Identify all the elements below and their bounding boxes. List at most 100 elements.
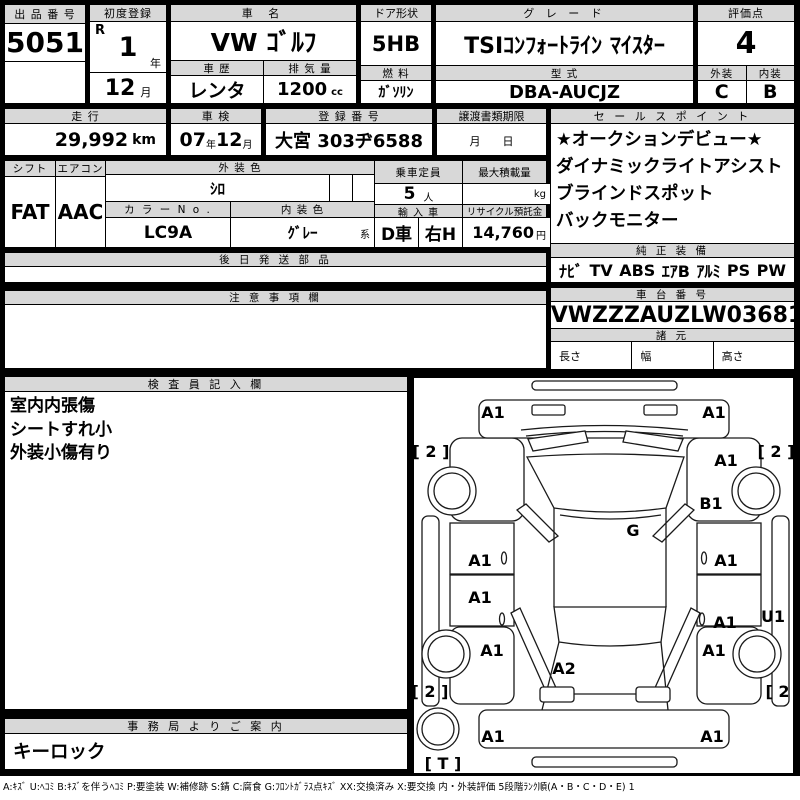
left-rear-door-handle — [500, 613, 505, 625]
inspector-note-line: シートすれ小 — [10, 419, 402, 443]
max-load-label: 最大積載量 — [463, 161, 546, 183]
damage-code-label: A1 — [468, 551, 492, 570]
damage-code-label: A1 — [714, 451, 738, 470]
damage-code-label: G — [626, 521, 639, 540]
inspector-notes-block: 検 査 員 記 入 欄 室内内張傷シートすれ小外装小傷有り — [4, 376, 408, 710]
spare-tire-inner — [422, 713, 454, 745]
front-bumper-grille-left — [532, 405, 565, 415]
interior-color-value: ｸﾞﾚｰ 系 — [231, 218, 374, 247]
interior-grade-value: B — [747, 81, 795, 103]
transfer-document-label: 譲渡書類期限 — [437, 109, 546, 124]
front-bumper — [479, 400, 729, 438]
grade-label: グ レ ー ド — [436, 5, 693, 22]
damage-code-label: [ 2 ] — [766, 682, 793, 701]
lot-number-empty-cell — [5, 62, 85, 103]
exterior-grade-value: C — [698, 81, 746, 103]
door-shape-block: ドア形状 5HB 燃 料 ｶﾞｿﾘﾝ — [360, 4, 432, 104]
inspector-notes-label: 検 査 員 記 入 欄 — [5, 377, 407, 392]
inspector-note-line: 室内内張傷 — [10, 395, 402, 419]
later-parts-block: 後 日 発 送 部 品 — [4, 252, 547, 283]
sales-point-line: バックモニター — [556, 208, 789, 235]
mileage-unit: km — [132, 132, 156, 148]
rear-bumper-lip — [532, 757, 677, 767]
damage-code-label: A1 — [481, 403, 505, 422]
capacity-label: 乗車定員 — [375, 161, 462, 183]
right-tail-light — [636, 687, 670, 702]
damage-code-label: [ 2 ] — [758, 442, 793, 461]
damage-code-label: B1 — [699, 494, 722, 513]
right-front-wheel-inner — [738, 473, 774, 509]
score-value: 4 — [698, 22, 794, 66]
exterior-grade-label: 外装 — [698, 66, 746, 81]
door-shape-label: ドア形状 — [361, 5, 431, 22]
transfer-document-value: 月 日 — [437, 124, 546, 155]
steering-position: 右H — [419, 218, 462, 247]
recycle-deposit-unit: 円 — [536, 227, 546, 242]
car-name-label: 車 名 — [171, 5, 356, 22]
damage-diagram-box: A1A1[ 2 ][ 2 ]A1B1GA1A1A1A1U1A1A1A2[ 2 ]… — [412, 376, 795, 775]
grade-value: TSIｺﾝﾌｫｰﾄﾗｲﾝ ﾏｲｽﾀｰ — [436, 22, 693, 66]
first-registration-block: 初度登録 R 1 年 12 月 — [89, 4, 167, 104]
displacement-unit: cc — [331, 87, 343, 98]
damage-code-label: A1 — [468, 588, 492, 607]
notes-value — [5, 305, 546, 368]
score-block: 評価点 4 外装 C 内装 B — [697, 4, 795, 104]
color-number-value: LC9A — [106, 218, 230, 247]
sales-point-line: ★オークションデビュー★ — [556, 127, 789, 154]
damage-code-label: A1 — [714, 551, 738, 570]
equipment-item: PS — [727, 261, 750, 280]
equipment-item: TV — [589, 261, 612, 280]
lot-number-value: 5051 — [5, 24, 85, 62]
history-label: 車 歴 — [171, 61, 263, 76]
left-rear-wheel-inner — [428, 636, 464, 672]
exterior-color-value: ｼﾛ — [106, 175, 329, 201]
sales-points-label: セ ー ル ス ポ イ ン ト — [551, 109, 794, 124]
office-notice-value: キーロック — [5, 734, 407, 769]
equipment-item: PW — [757, 261, 786, 280]
capacity-value: 5 人 — [375, 184, 462, 204]
left-front-door-handle — [502, 552, 507, 564]
transfer-document-block: 譲渡書類期限 月 日 — [436, 108, 547, 156]
auction-sheet: 出 品 番 号 5051 初度登録 R 1 年 12 月 車 名 VW ｺﾞﾙﾌ… — [0, 0, 800, 800]
damage-code-label: [ 2 ] — [414, 442, 449, 461]
exterior-color-label: 外 装 色 — [106, 161, 374, 174]
damage-code-label: A1 — [700, 727, 724, 746]
spec-grid: シフト FAT エアコン AAC 外 装 色 ｼﾛ カ ラ ー N o . 内 … — [4, 160, 547, 248]
sales-point-line: ダイナミックライトアシスト — [556, 154, 789, 181]
interior-color-label: 内 装 色 — [231, 202, 374, 217]
door-shape-value: 5HB — [361, 22, 431, 66]
rear-window — [554, 607, 666, 646]
first-registration-label: 初度登録 — [90, 5, 166, 22]
shift-value: FAT — [5, 177, 55, 247]
import-car-label: 輸 入 車 — [375, 205, 462, 217]
damage-code-label: A1 — [702, 403, 726, 422]
mileage-block: 走 行 29,992 km — [4, 108, 167, 156]
car-name-block: 車 名 VW ｺﾞﾙﾌ 車 歴 レンタ 排 気 量 1200 cc — [170, 4, 357, 104]
first-registration-month-cell: 12 月 — [90, 73, 166, 103]
grade-block: グ レ ー ド TSIｺﾝﾌｫｰﾄﾗｲﾝ ﾏｲｽﾀｰ 型 式 DBA-AUCJZ — [435, 4, 694, 104]
recycle-deposit-value: 14,760 円 — [463, 218, 550, 247]
office-notice-label: 事 務 局 よ り ご 案 内 — [5, 719, 407, 734]
left-c-pillar-fold — [511, 608, 557, 696]
history-value: レンタ — [171, 76, 263, 103]
right-front-door-handle — [702, 552, 707, 564]
first-registration-year-cell: R 1 年 — [90, 22, 166, 73]
rear-bumper — [479, 710, 729, 748]
capacity-unit: 人 — [423, 189, 433, 204]
later-parts-value — [5, 267, 546, 282]
damage-code-label: A1 — [702, 641, 726, 660]
inspection-expiry-value: 07 年 12 月 — [171, 124, 261, 155]
left-tail-light — [540, 687, 574, 702]
lot-number-label: 出 品 番 号 — [5, 5, 85, 24]
inspector-note-line: 外装小傷有り — [10, 442, 402, 466]
factory-equipment-label: 純 正 装 備 — [551, 243, 794, 258]
equipment-item: ABS — [619, 261, 655, 280]
max-load-value: kg — [463, 184, 551, 204]
width-label: 幅 — [631, 342, 712, 369]
damage-code-label: U1 — [761, 607, 785, 626]
month-unit: 月 — [140, 84, 151, 100]
exterior-color-empty-cell-1 — [330, 175, 352, 201]
factory-equipment-row: ﾅﾋﾞTVABSｴｱBｱﾙﾐPSPW — [551, 258, 794, 282]
notes-block: 注 意 事 項 欄 — [4, 290, 547, 369]
windshield-lower-line — [560, 515, 661, 519]
